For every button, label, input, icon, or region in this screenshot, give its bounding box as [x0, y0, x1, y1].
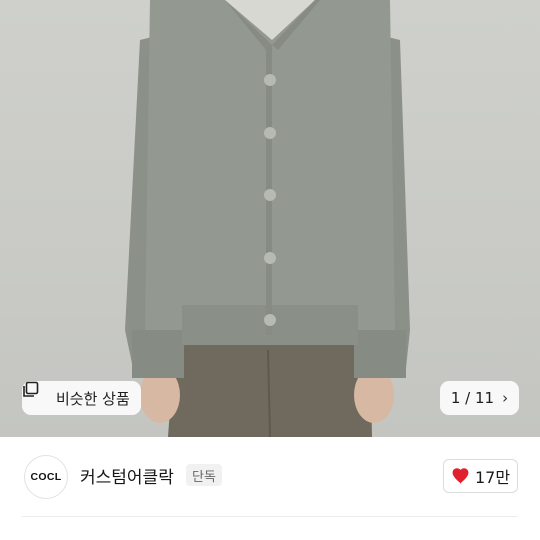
seller-logo-text: COCL — [30, 471, 62, 483]
chevron-right-icon[interactable]: › — [502, 390, 508, 406]
heart-icon — [451, 467, 470, 485]
image-counter-text: 1 / 11 — [450, 389, 495, 407]
product-image-carousel[interactable]: 비슷한 상품 1 / 11 › — [0, 0, 540, 437]
seller-row: COCL 커스텀어클락 단독 17만 — [0, 437, 540, 515]
image-counter[interactable]: 1 / 11 › — [440, 381, 519, 415]
like-button[interactable]: 17만 — [443, 459, 518, 493]
like-count: 17만 — [474, 468, 511, 487]
exclusive-badge: 단독 — [186, 464, 222, 486]
divider — [22, 516, 518, 517]
copy-icon — [23, 381, 50, 407]
seller-name[interactable]: 커스텀어클락 — [80, 463, 174, 488]
seller-avatar[interactable]: COCL — [24, 455, 68, 499]
product-photo — [125, 0, 410, 437]
similar-products-button[interactable]: 비슷한 상품 — [22, 381, 141, 415]
similar-products-label: 비슷한 상품 — [56, 389, 130, 408]
